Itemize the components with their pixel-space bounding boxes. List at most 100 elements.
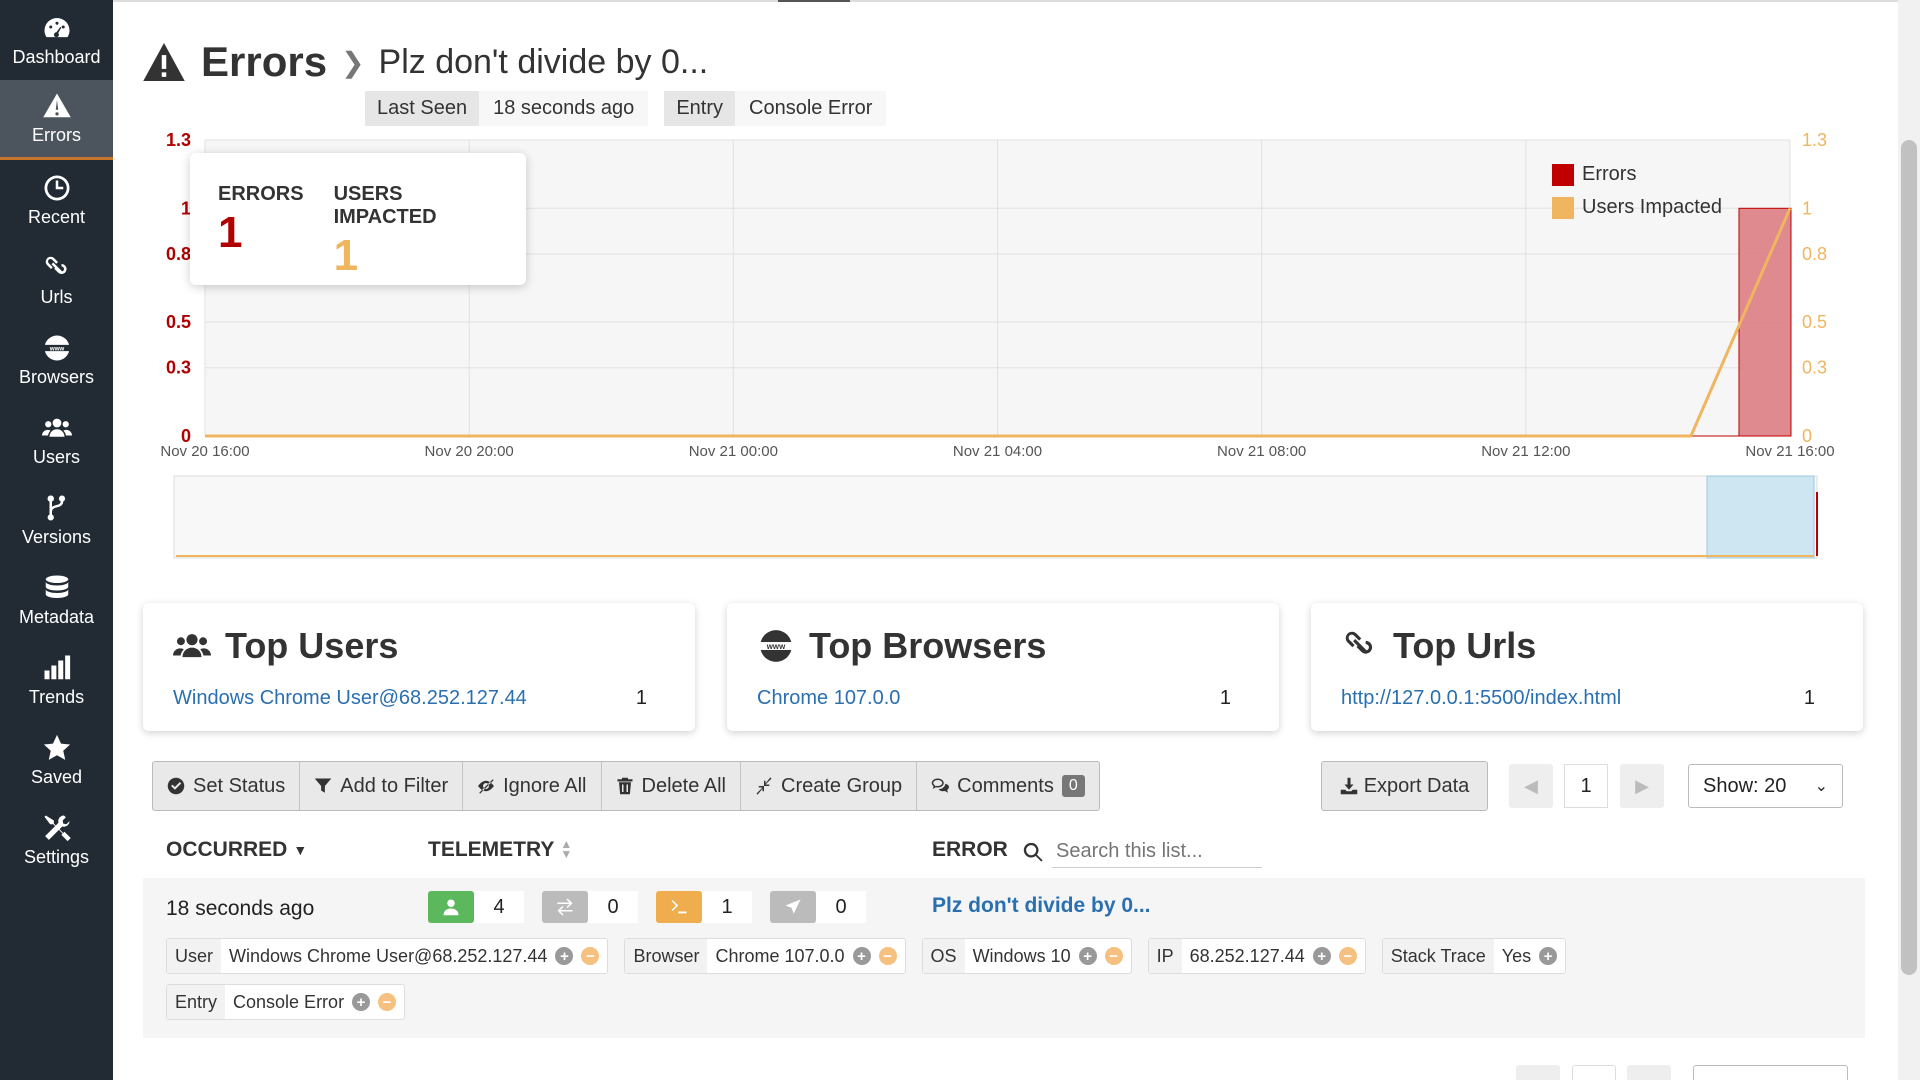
y-tick-label-left: 1.3 — [166, 130, 191, 150]
sidebar-item-label: Dashboard — [12, 46, 101, 67]
x-tick-label: Nov 21 08:00 — [1217, 443, 1306, 460]
create-group-button[interactable]: Create Group — [741, 762, 918, 810]
sidebar-item-versions[interactable]: Versions — [0, 480, 113, 560]
sidebar-item-trends[interactable]: Trends — [0, 640, 113, 720]
card-title-text: Top Urls — [1393, 625, 1537, 666]
minus-circle-icon[interactable]: − — [1104, 947, 1123, 965]
tag-value: Console Error — [233, 991, 345, 1012]
error-link[interactable]: Plz don't divide by 0... — [932, 894, 1151, 918]
bottom-page-size-select[interactable] — [1693, 1065, 1848, 1080]
sidebar-item-errors[interactable]: Errors — [0, 80, 113, 160]
count: 1 — [1219, 687, 1231, 709]
ignore-all-button[interactable]: Ignore All — [463, 762, 602, 810]
trash-icon — [617, 777, 632, 795]
check-circle-icon — [167, 777, 185, 795]
plus-circle-icon[interactable]: + — [352, 993, 371, 1011]
sidebar-item-saved[interactable]: Saved — [0, 720, 113, 800]
telemetry-network-count[interactable]: 0 — [542, 891, 638, 923]
plus-circle-icon[interactable]: + — [1539, 947, 1558, 965]
y-tick-label-left: 0.5 — [166, 312, 191, 332]
y-tick-label-left: 0.8 — [166, 244, 191, 264]
current-page[interactable]: 1 — [1564, 764, 1608, 808]
legend-label: Users Impacted — [1582, 196, 1723, 218]
sidebar-item-urls[interactable]: Urls — [0, 240, 113, 320]
page-size-select[interactable]: Show: 20 ⌄ — [1688, 764, 1843, 808]
search-input[interactable] — [1052, 836, 1262, 868]
tag-key: Stack Trace — [1382, 939, 1494, 973]
tag-key: Browser — [625, 939, 708, 973]
eye-slash-icon — [478, 779, 494, 794]
tag-os: OS Windows 10 + − — [921, 938, 1132, 974]
sidebar-item-recent[interactable]: Recent — [0, 160, 113, 240]
minus-circle-icon[interactable]: − — [878, 947, 897, 965]
tag-entry: Entry Console Error + − — [166, 984, 406, 1020]
sidebar-item-label: Metadata — [18, 606, 95, 627]
top-urls-card: Top Urls http://127.0.0.1:5500/index.htm… — [1311, 603, 1863, 731]
button-label: Create Group — [781, 774, 903, 797]
sidebar-item-label: Saved — [30, 766, 83, 787]
sidebar-item-dashboard[interactable]: Dashboard — [0, 0, 113, 80]
bottom-prev-page-button[interactable] — [1516, 1065, 1560, 1080]
legend-item-users[interactable]: Users Impacted — [1552, 191, 1722, 224]
plus-circle-icon[interactable]: + — [1078, 947, 1097, 965]
header-badges: Last Seen 18 seconds ago Entry Console E… — [365, 91, 902, 126]
scrollbar-thumb[interactable] — [1901, 140, 1917, 975]
tag-value: Windows Chrome User@68.252.127.44 — [229, 945, 548, 966]
top-browser-link[interactable]: Chrome 107.0.0 — [757, 687, 900, 710]
breadcrumb-section[interactable]: Errors — [201, 38, 327, 86]
telemetry-navigation-count[interactable]: 0 — [770, 891, 866, 923]
tag-key: IP — [1148, 939, 1182, 973]
minus-circle-icon[interactable]: − — [581, 947, 600, 965]
legend-item-errors[interactable]: Errors — [1552, 158, 1722, 191]
telemetry-user-count[interactable]: 4 — [428, 891, 524, 923]
sidebar-item-metadata[interactable]: Metadata — [0, 560, 113, 640]
database-icon — [45, 575, 68, 598]
plus-circle-icon[interactable]: + — [555, 947, 574, 965]
tag-value: Yes — [1501, 945, 1532, 966]
sidebar-item-browsers[interactable]: www Browsers — [0, 320, 113, 400]
legend-swatch — [1552, 196, 1574, 219]
page-title: Plz don't divide by 0... — [378, 42, 709, 81]
comments-button[interactable]: Comments 0 — [917, 762, 1099, 810]
y-tick-label-right: 1.3 — [1802, 130, 1827, 150]
column-header-occurred[interactable]: OCCURRED ▼ — [166, 838, 307, 862]
plus-circle-icon[interactable]: + — [1312, 947, 1331, 965]
scrollbar[interactable] — [1898, 0, 1920, 1080]
metadata-tags: User Windows Chrome User@68.252.127.44 +… — [166, 938, 1726, 1030]
stat-label: ERRORS — [218, 183, 304, 205]
card-title-text: Top Users — [225, 625, 399, 666]
add-to-filter-button[interactable]: Add to Filter — [300, 762, 464, 810]
sidebar-item-users[interactable]: Users — [0, 400, 113, 480]
next-page-button[interactable]: ▶ — [1620, 764, 1664, 808]
bottom-current-page[interactable] — [1572, 1065, 1616, 1080]
top-user-link[interactable]: Windows Chrome User@68.252.127.44 — [173, 687, 527, 710]
sidebar-item-settings[interactable]: Settings — [0, 800, 113, 880]
stat-value: 1 — [218, 208, 243, 257]
legend-label: Errors — [1582, 163, 1637, 185]
telemetry-console-count[interactable]: 1 — [656, 891, 752, 923]
button-label: Set Status — [193, 774, 286, 797]
y-tick-label-left: 0 — [181, 426, 191, 446]
minus-circle-icon[interactable]: − — [1338, 947, 1357, 965]
prev-page-button[interactable]: ◀ — [1509, 764, 1553, 808]
set-status-button[interactable]: Set Status — [153, 762, 301, 810]
button-label: Comments — [957, 774, 1054, 797]
export-data-button[interactable]: Export Data — [1321, 761, 1488, 811]
card-row: Windows Chrome User@68.252.127.44 1 — [173, 687, 665, 710]
column-header-telemetry[interactable]: TELEMETRY ▲ ▼ — [428, 838, 572, 862]
bottom-next-page-button[interactable] — [1627, 1065, 1671, 1080]
users-icon — [173, 634, 211, 658]
minus-circle-icon[interactable]: − — [378, 993, 397, 1011]
top-url-link[interactable]: http://127.0.0.1:5500/index.html — [1341, 687, 1621, 710]
tag-value: Chrome 107.0.0 — [715, 945, 845, 966]
errors-bar — [1738, 207, 1792, 437]
dashboard-icon — [44, 17, 69, 37]
badge-value: 18 seconds ago — [479, 91, 649, 126]
compress-icon — [756, 777, 772, 795]
delete-all-button[interactable]: Delete All — [602, 762, 741, 810]
card-title: Top Urls — [1341, 625, 1833, 667]
www-icon: www — [42, 335, 71, 360]
plus-circle-icon[interactable]: + — [852, 947, 871, 965]
stat-value: 1 — [333, 231, 359, 280]
y-tick-label-right: 0.5 — [1802, 312, 1827, 332]
